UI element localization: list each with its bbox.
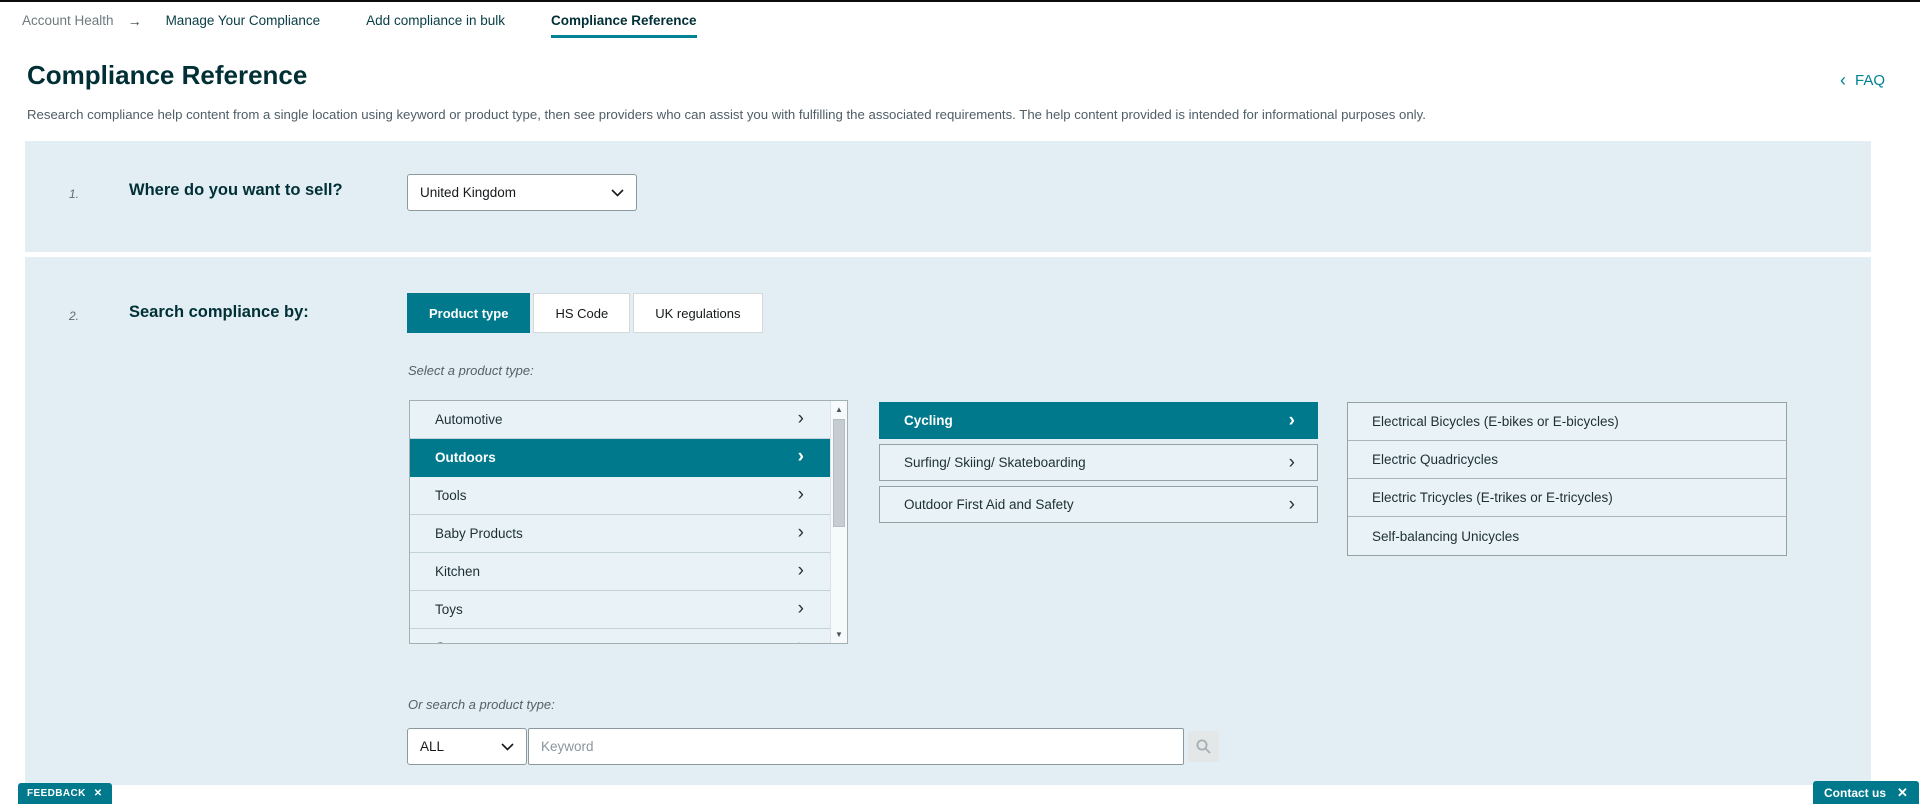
- search-scope-value: ALL: [420, 739, 445, 754]
- step-2-number: 2.: [69, 309, 80, 323]
- contact-us-badge[interactable]: Contact us ✕: [1813, 781, 1919, 804]
- chevron-right-icon: ›: [797, 559, 804, 581]
- chevron-right-icon: ›: [797, 597, 804, 619]
- search-scope-select[interactable]: ALL: [407, 728, 527, 765]
- keyword-input[interactable]: [528, 728, 1184, 765]
- subcategory-label: Surfing/ Skiing/ Skateboarding: [904, 455, 1086, 470]
- nav-manage-your-compliance[interactable]: Manage Your Compliance: [166, 13, 321, 35]
- step-1-question: Where do you want to sell?: [129, 181, 343, 199]
- subcategory-label: Cycling: [904, 413, 953, 428]
- category-tools[interactable]: Tools ›: [410, 477, 830, 515]
- category-kitchen[interactable]: Kitchen ›: [410, 553, 830, 591]
- breadcrumb-account-health[interactable]: Account Health: [22, 13, 114, 28]
- search-button[interactable]: [1188, 731, 1219, 762]
- subcategory-cycling[interactable]: Cycling ›: [879, 402, 1318, 439]
- marketplace-panel: 1. Where do you want to sell? United Kin…: [25, 141, 1871, 252]
- category-listbox: Automotive › Outdoors › Tools › Baby Produc…: [409, 400, 848, 644]
- search-by-tabs: Product type HS Code UK regulations: [407, 293, 763, 333]
- nav-compliance-reference[interactable]: Compliance Reference: [551, 13, 697, 38]
- search-icon: [1196, 739, 1211, 754]
- category-automotive[interactable]: Automotive ›: [410, 401, 830, 439]
- chevron-right-icon: ›: [1288, 410, 1295, 431]
- marketplace-select[interactable]: United Kingdom: [407, 174, 637, 211]
- close-icon[interactable]: ✕: [94, 788, 103, 799]
- chevron-down-icon: [501, 742, 514, 751]
- chevron-right-icon: ›: [797, 483, 804, 505]
- close-icon[interactable]: ✕: [1897, 785, 1908, 801]
- top-border: [0, 0, 1920, 2]
- subcategory-label: Outdoor First Aid and Safety: [904, 497, 1074, 512]
- compliance-reference-page: Account Health → Manage Your Compliance …: [0, 0, 1920, 804]
- product-type-electric-quadricycles[interactable]: Electric Quadricycles: [1348, 441, 1786, 479]
- arrow-right-icon: →: [127, 13, 142, 29]
- page-title: Compliance Reference: [27, 60, 308, 90]
- feedback-badge[interactable]: FEEDBACK ✕: [18, 783, 112, 804]
- faq-link[interactable]: ‹ FAQ: [1840, 70, 1886, 90]
- product-type-electric-tricycles[interactable]: Electric Tricycles (E-trikes or E-tricyc…: [1348, 479, 1786, 517]
- chevron-right-icon: ›: [798, 636, 804, 643]
- product-type-list: Electrical Bicycles (E-bikes or E-bicycl…: [1347, 402, 1787, 556]
- category-grocery[interactable]: Grocery ›: [410, 629, 830, 643]
- step-2-question: Search compliance by:: [129, 303, 309, 321]
- product-type-electrical-bicycles[interactable]: Electrical Bicycles (E-bikes or E-bicycl…: [1348, 403, 1786, 441]
- or-search-product-type-label: Or search a product type:: [408, 697, 555, 712]
- category-label: Baby Products: [435, 526, 523, 541]
- breadcrumb: Account Health → Manage Your Compliance …: [22, 13, 743, 38]
- product-type-self-balancing-unicycles[interactable]: Self-balancing Unicycles: [1348, 517, 1786, 555]
- tab-uk-regulations[interactable]: UK regulations: [633, 293, 763, 333]
- tab-product-type[interactable]: Product type: [407, 293, 531, 333]
- category-outdoors[interactable]: Outdoors ›: [410, 439, 830, 477]
- contact-us-label: Contact us: [1824, 785, 1887, 800]
- chevron-left-icon: ‹: [1840, 70, 1846, 90]
- marketplace-selected-value: United Kingdom: [420, 185, 517, 200]
- category-baby-products[interactable]: Baby Products ›: [410, 515, 830, 553]
- category-label: Outdoors: [435, 450, 496, 465]
- category-toys[interactable]: Toys ›: [410, 591, 830, 629]
- faq-label: FAQ: [1855, 72, 1886, 89]
- subcategory-outdoor-first-aid-and-safety[interactable]: Outdoor First Aid and Safety ›: [879, 486, 1318, 523]
- chevron-down-icon: [611, 188, 624, 197]
- page-description: Research compliance help content from a …: [27, 107, 1426, 122]
- select-product-type-label: Select a product type:: [408, 363, 534, 378]
- tab-hs-code[interactable]: HS Code: [533, 293, 631, 333]
- category-label: Tools: [435, 488, 467, 503]
- chevron-right-icon: ›: [797, 445, 804, 467]
- chevron-right-icon: ›: [1288, 494, 1295, 515]
- chevron-right-icon: ›: [1288, 452, 1295, 473]
- scrollbar-thumb[interactable]: [833, 419, 845, 527]
- category-label: Automotive: [435, 412, 503, 427]
- nav-add-compliance-in-bulk[interactable]: Add compliance in bulk: [366, 13, 505, 35]
- scroll-up-icon[interactable]: ▲: [831, 405, 847, 414]
- category-scrollbar[interactable]: ▲ ▼: [830, 401, 847, 643]
- subcategory-surfing-skiing-skateboarding[interactable]: Surfing/ Skiing/ Skateboarding ›: [879, 444, 1318, 481]
- feedback-label: FEEDBACK: [27, 788, 86, 799]
- search-compliance-panel: 2. Search compliance by: Product type HS…: [25, 257, 1871, 785]
- subcategory-list: Cycling › Surfing/ Skiing/ Skateboarding ›…: [879, 402, 1318, 528]
- chevron-right-icon: ›: [797, 407, 804, 429]
- category-label: Grocery: [435, 640, 483, 643]
- category-label: Toys: [435, 602, 463, 617]
- scroll-down-icon[interactable]: ▼: [831, 630, 847, 639]
- step-1-number: 1.: [69, 187, 80, 201]
- chevron-right-icon: ›: [797, 521, 804, 543]
- category-label: Kitchen: [435, 564, 481, 579]
